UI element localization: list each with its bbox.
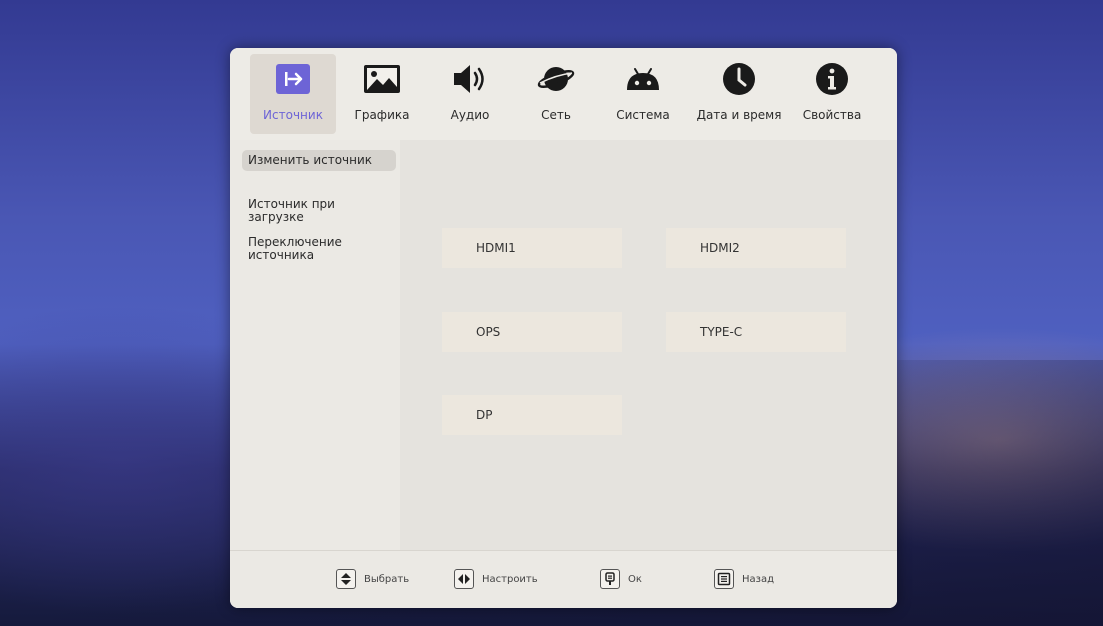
android-icon (621, 60, 665, 98)
picture-icon (360, 60, 404, 98)
key-hints-bar: Выбрать Настроить Ок Назад (230, 550, 897, 608)
sidebar-item-source-switching[interactable]: Переключение источника (242, 232, 396, 266)
sidebar-item-change-source[interactable]: Изменить источник (242, 150, 396, 171)
hint-adjust-label: Настроить (482, 573, 538, 585)
tab-audio[interactable]: Аудио (434, 54, 506, 134)
tab-label: Аудио (450, 108, 490, 122)
tab-label: Источник (263, 108, 323, 122)
tab-label: Свойства (802, 108, 862, 122)
tab-graphics[interactable]: Графика (342, 54, 422, 134)
clock-icon (717, 60, 761, 98)
up-down-key-icon (336, 569, 356, 589)
tab-label: Дата и время (696, 108, 782, 122)
menu-back-key-icon (714, 569, 734, 589)
planet-icon (534, 60, 578, 98)
source-type-c-button[interactable]: TYPE-C (666, 312, 846, 352)
source-dp-button[interactable]: DP (442, 395, 622, 435)
hint-select-label: Выбрать (364, 573, 410, 585)
hint-adjust: Настроить (454, 569, 538, 589)
info-icon (810, 60, 854, 98)
tab-source[interactable]: Источник (250, 54, 336, 134)
tab-label: Система (616, 108, 670, 122)
hint-select: Выбрать (336, 569, 409, 589)
tab-properties[interactable]: Свойства (790, 54, 874, 134)
speaker-icon (448, 60, 492, 98)
tab-date-time[interactable]: Дата и время (692, 54, 786, 134)
source-hdmi1-button[interactable]: HDMI1 (442, 228, 622, 268)
settings-panel: Источник Графика Аудио Сеть Система Дата… (230, 48, 897, 608)
source-ops-button[interactable]: OPS (442, 312, 622, 352)
ok-key-icon (600, 569, 620, 589)
hint-back-label: Назад (742, 573, 775, 585)
source-grid: HDMI1 HDMI2 OPS TYPE-C DP (400, 140, 897, 550)
sidebar: Изменить источник Источник при загрузке … (230, 140, 400, 550)
hint-back: Назад (714, 569, 774, 589)
tab-system[interactable]: Система (604, 54, 682, 134)
tab-bar: Источник Графика Аудио Сеть Система Дата… (230, 48, 897, 140)
sidebar-item-boot-source[interactable]: Источник при загрузке (242, 194, 396, 228)
left-right-key-icon (454, 569, 474, 589)
tab-network[interactable]: Сеть (520, 54, 592, 134)
tab-label: Сеть (541, 108, 571, 122)
source-hdmi2-button[interactable]: HDMI2 (666, 228, 846, 268)
hint-ok-label: Ок (628, 573, 642, 585)
hint-ok: Ок (600, 569, 642, 589)
input-source-icon (271, 60, 315, 98)
tab-label: Графика (354, 108, 410, 122)
